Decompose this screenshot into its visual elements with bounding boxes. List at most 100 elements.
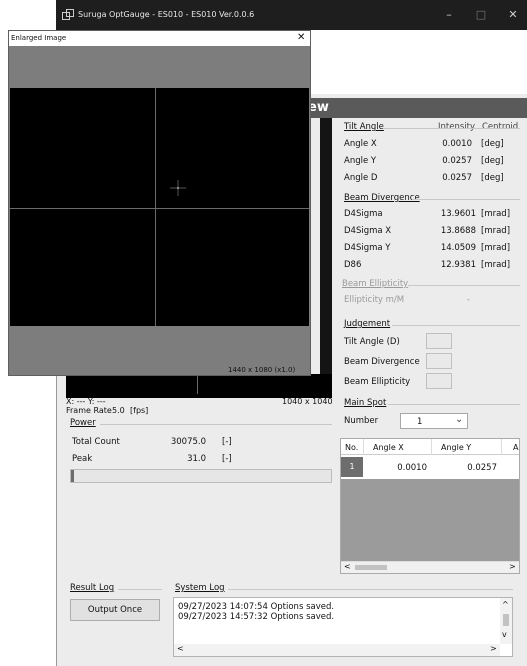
spot-number-select[interactable]: 1 ⌄ — [400, 413, 468, 429]
divergence-unit: [mrad] — [481, 260, 511, 270]
popup-top-band — [9, 46, 310, 86]
power-level-fill — [71, 470, 74, 482]
maximize-button[interactable]: □ — [470, 6, 492, 24]
table-row[interactable]: 1 0.0010 0.0257 — [341, 457, 519, 477]
enlarged-image-title: Enlarged Image — [11, 34, 67, 42]
tilt-unit: [deg] — [481, 139, 504, 149]
cursor-coordinates: X: --- Y: --- — [66, 397, 106, 406]
tilt-angle-header: Tilt Angle — [344, 122, 384, 132]
scroll-left-arrow[interactable]: < — [344, 562, 351, 571]
divergence-unit: [mrad] — [481, 226, 511, 236]
scroll-right-arrow[interactable]: > — [509, 562, 516, 571]
divergence-label: D86 — [344, 260, 362, 270]
tilt-mode-intensity[interactable]: Intensity — [438, 122, 475, 132]
judgement-divergence-label: Beam Divergence — [344, 357, 420, 367]
scroll-thumb[interactable] — [355, 565, 387, 570]
log-line: 09/27/2023 14:07:54 Options saved. — [178, 602, 335, 612]
cell-angle-y: 0.0257 — [467, 463, 497, 473]
main-spot-header: Main Spot — [344, 398, 387, 408]
power-level-bar — [70, 469, 332, 483]
scroll-left-arrow[interactable]: < — [177, 644, 184, 653]
divergence-unit: [mrad] — [481, 209, 511, 219]
tilt-unit: [deg] — [481, 156, 504, 166]
tilt-mode-centroid[interactable]: Centroid — [482, 122, 518, 132]
tilt-value: 0.0010 — [442, 139, 472, 149]
judgement-ellipticity-label: Beam Ellipticity — [344, 377, 411, 387]
scroll-right-arrow[interactable]: > — [490, 644, 497, 653]
scroll-down-arrow[interactable]: v — [502, 630, 507, 639]
crosshair-icon — [170, 180, 186, 196]
divergence-value: 13.8688 — [440, 226, 476, 236]
spot-number-value: 1 — [417, 417, 423, 427]
divergence-value: 12.9381 — [440, 260, 476, 270]
table-horizontal-scrollbar[interactable]: < > — [341, 561, 519, 573]
frame-rate-value: 5.0 — [112, 406, 125, 415]
column-header[interactable]: Angle Y — [441, 443, 471, 452]
tilt-label: Angle X — [344, 139, 377, 149]
system-log-header: System Log — [175, 583, 225, 593]
enlarged-image-canvas[interactable] — [10, 88, 309, 326]
ellipticity-value: - — [466, 295, 470, 305]
power-unit: [-] — [222, 454, 232, 464]
judgement-ellipticity-indicator — [426, 373, 452, 389]
table-empty-area — [341, 479, 519, 561]
divergence-label: D4Sigma X — [344, 226, 392, 236]
divergence-value: 14.0509 — [440, 243, 476, 253]
close-button[interactable]: ✕ — [502, 6, 524, 24]
tilt-value: 0.0257 — [442, 173, 472, 183]
grid-line — [155, 88, 156, 326]
column-header[interactable]: A — [513, 443, 518, 452]
grid-line — [10, 208, 309, 209]
view-header-text: ew — [308, 100, 329, 115]
number-label: Number — [344, 416, 379, 426]
divergence-label: D4Sigma — [344, 209, 383, 219]
power-value: 30075.0 — [170, 437, 206, 447]
output-once-button[interactable]: Output Once — [70, 599, 160, 621]
log-vertical-scrollbar[interactable]: ^ v — [500, 598, 512, 644]
enlarged-resolution: 1440 x 1080 (x1.0) — [228, 366, 296, 374]
system-log-box[interactable]: 09/27/2023 14:07:54 Options saved. 09/27… — [173, 597, 513, 657]
scroll-up-arrow[interactable]: ^ — [502, 600, 509, 609]
divergence-value: 13.9601 — [440, 209, 476, 219]
beam-divergence-header: Beam Divergence — [344, 193, 420, 203]
scroll-thumb[interactable] — [503, 614, 509, 626]
tilt-label: Angle Y — [344, 156, 377, 166]
power-value: 31.0 — [187, 454, 206, 464]
divergence-unit: [mrad] — [481, 243, 511, 253]
ellipticity-label: Ellipticity m/M — [344, 295, 405, 305]
tilt-label: Angle D — [344, 173, 378, 183]
table-header: No. Angle X Angle Y A — [341, 439, 519, 455]
power-label: Peak — [72, 454, 93, 464]
divergence-label: D4Sigma Y — [344, 243, 391, 253]
column-header[interactable]: Angle X — [373, 443, 404, 452]
system-log-lines: 09/27/2023 14:07:54 Options saved. 09/27… — [178, 602, 334, 622]
enlarged-image-titlebar: Enlarged Image ✕ — [8, 30, 311, 46]
power-header: Power — [70, 418, 96, 428]
minimize-button[interactable]: – — [438, 6, 460, 24]
tilt-value: 0.0257 — [442, 156, 472, 166]
popup-close-button[interactable]: ✕ — [297, 32, 305, 43]
judgement-tilt-label: Tilt Angle (D) — [344, 337, 400, 347]
judgement-header: Judgement — [344, 319, 391, 329]
frame-rate-unit: [fps] — [130, 406, 149, 415]
window-title: Suruga OptGauge - ES010 - ES010 Ver.0.0.… — [78, 10, 255, 19]
frame-rate-label: Frame Rate — [66, 406, 112, 415]
power-label: Total Count — [72, 437, 120, 447]
popup-bottom-band — [9, 326, 310, 366]
image-view-edge — [320, 118, 332, 398]
judgement-divergence-indicator — [426, 353, 452, 369]
log-line: 09/27/2023 14:57:32 Options saved. — [178, 612, 335, 622]
result-log-header: Result Log — [70, 583, 115, 593]
image-view-bottom — [66, 374, 332, 398]
chevron-down-icon: ⌄ — [455, 414, 464, 425]
view-header: ew — [306, 98, 527, 118]
beam-ellipticity-header: Beam Ellipticity — [342, 279, 409, 289]
log-horizontal-scrollbar[interactable]: < > — [174, 644, 500, 656]
app-icon — [62, 9, 74, 20]
image-resolution: 1040 x 1040 — [282, 397, 333, 406]
power-unit: [-] — [222, 437, 232, 447]
tilt-unit: [deg] — [481, 173, 504, 183]
column-header[interactable]: No. — [345, 443, 358, 452]
cell-angle-x: 0.0010 — [397, 463, 427, 473]
judgement-tilt-indicator — [426, 333, 452, 349]
